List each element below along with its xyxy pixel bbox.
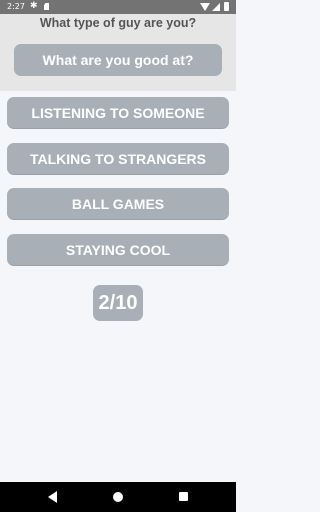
quiz-header: What type of guy are you? What are you g… — [0, 14, 236, 91]
home-icon[interactable] — [113, 492, 123, 502]
back-icon[interactable] — [48, 491, 57, 503]
app-title: What type of guy are you? — [39, 16, 197, 30]
battery-icon — [224, 2, 229, 11]
sd-card-icon — [44, 3, 49, 10]
status-bar: 2:27 ✱ — [0, 0, 236, 14]
question-card: What are you good at? — [14, 44, 222, 76]
navigation-bar — [0, 482, 236, 512]
answer-button-talking[interactable]: TALKING TO STRANGERS — [7, 143, 229, 175]
recents-icon[interactable] — [179, 492, 188, 501]
progress-badge: 2/10 — [93, 285, 143, 321]
settings-icon: ✱ — [30, 1, 38, 11]
wifi-icon — [200, 3, 210, 11]
answer-button-staying-cool[interactable]: STAYING COOL — [7, 234, 229, 266]
answer-button-ball-games[interactable]: BALL GAMES — [7, 188, 229, 220]
answer-button-listening[interactable]: LISTENING TO SOMEONE — [7, 97, 229, 129]
signal-icon — [212, 3, 220, 11]
status-time: 2:27 — [7, 2, 25, 11]
